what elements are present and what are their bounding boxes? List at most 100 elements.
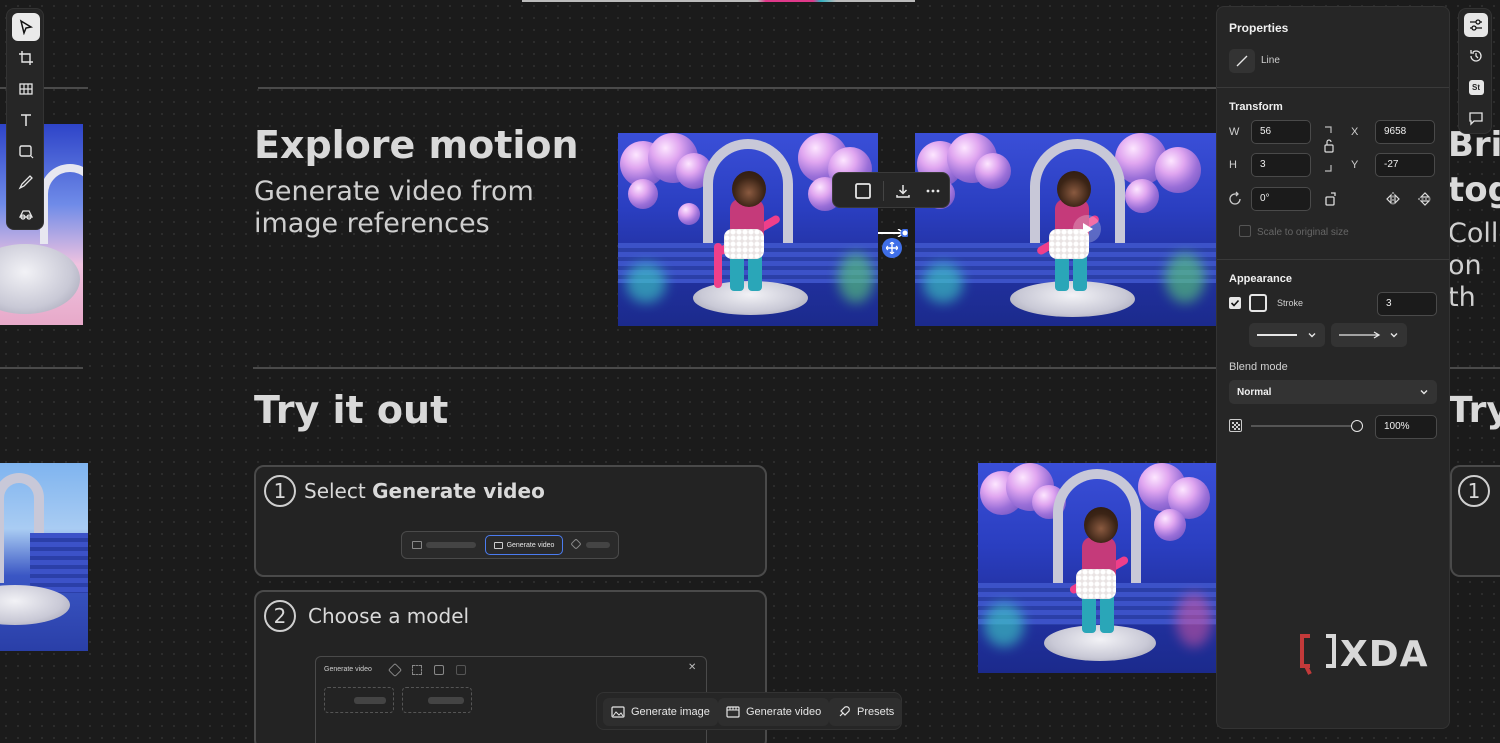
panel-divider [1217,259,1449,260]
close-icon: ✕ [688,662,697,673]
xda-logo-icon [1300,634,1336,675]
rocket-icon [570,538,582,550]
step1-preview-bar: Generate video [401,531,619,559]
partial-heading-line2[interactable]: tog [1448,170,1500,210]
step-card-1[interactable]: 1 Select Generate video Generate video [254,465,767,577]
top-partial-frame [522,0,915,2]
divider-line [1450,367,1500,369]
pen-tool-icon[interactable] [12,168,40,196]
transform-title: Transform [1229,101,1283,113]
x-label: X [1351,126,1359,138]
reference-image[interactable] [618,133,878,326]
section-heading-try-it-out[interactable]: Try it out [254,388,448,432]
rocket-icon [839,706,850,717]
xda-watermark-text: XDA [1340,633,1429,675]
frame-tool-icon[interactable] [12,44,40,72]
generated-video-thumbnail[interactable] [915,133,1216,326]
blend-mode-dropdown[interactable]: Normal [1229,380,1437,404]
step-number: 1 [264,475,296,507]
move-handle-icon[interactable] [882,238,902,258]
chevron-down-icon [1308,333,1316,338]
text-tool-icon[interactable] [12,106,40,134]
divider-line [258,87,1216,89]
opacity-icon [1229,419,1242,437]
more-icon[interactable] [921,179,945,203]
play-icon[interactable] [1073,215,1101,243]
shape-tool-icon[interactable] [12,137,40,165]
partial-step-card[interactable]: 1 [1450,465,1500,577]
presets-button[interactable]: Presets [829,698,903,726]
blend-mode-value: Normal [1237,386,1272,398]
partial-sub-line1[interactable]: Colle [1448,218,1500,250]
chevron-down-icon [1390,333,1398,338]
y-label: Y [1351,159,1359,171]
example-image[interactable] [978,463,1216,673]
width-label: W [1229,126,1240,138]
partial-heading-try[interactable]: Try [1448,390,1500,431]
appearance-title: Appearance [1229,273,1292,285]
generative-tool-icon[interactable] [12,199,40,227]
scale-original-icon [1239,225,1251,237]
floating-toolbar [832,172,950,208]
grid-tool-icon[interactable] [12,75,40,103]
select-tool-icon[interactable] [12,13,40,41]
partial-sub-line2[interactable]: on th [1448,250,1500,314]
object-type-label: Line [1261,55,1280,66]
properties-sliders-icon[interactable] [1464,13,1488,37]
stock-icon[interactable]: St [1464,75,1488,99]
rotate-icon [1227,191,1243,212]
section-subheading-line2[interactable]: image references [254,208,490,240]
line-type-icon [1229,49,1255,73]
preview-panel-title: Generate video [324,666,372,673]
partial-image-bottom-left[interactable] [0,463,88,651]
flip-horizontal-icon[interactable] [1385,191,1401,212]
generate-video-button[interactable]: Generate video [718,698,830,726]
panel-divider [1217,87,1449,88]
selected-arrow-line[interactable] [878,224,910,238]
rotate-90-icon[interactable] [1323,191,1339,212]
chevron-down-icon [1420,390,1428,395]
bottom-generate-toolbar: Generate image Generate video Presets [596,692,903,730]
left-toolbar [6,8,44,230]
divider-line [0,367,83,369]
preview-generate-video-button: Generate video [485,535,563,555]
opacity-slider-thumb[interactable] [1351,420,1363,432]
scale-to-original-button[interactable]: Scale to original size [1257,227,1349,238]
section-subheading-line1[interactable]: Generate video from [254,176,534,208]
step-number: 2 [264,600,296,632]
stroke-label: Stroke [1277,298,1304,308]
square-icon[interactable] [851,179,875,203]
comment-icon[interactable] [1464,106,1488,130]
stroke-width-input[interactable]: 3 [1377,292,1437,316]
right-icon-rail: St [1458,8,1492,134]
height-label: H [1229,159,1237,171]
arrowhead-dropdown[interactable] [1331,323,1407,347]
divider-line [253,367,1216,369]
step-number: 1 [1458,475,1490,507]
stroke-swatch[interactable] [1249,294,1267,312]
video-icon [726,706,740,718]
flip-vertical-icon[interactable] [1417,191,1433,212]
x-input[interactable]: 9658 [1375,120,1435,144]
opacity-input[interactable]: 100% [1375,415,1437,439]
history-icon[interactable] [1464,44,1488,68]
section-heading-explore-motion[interactable]: Explore motion [254,123,579,167]
stroke-style-dropdown[interactable] [1249,323,1325,347]
step-label: Select Generate video [304,479,545,503]
generate-image-button[interactable]: Generate image [603,698,718,726]
download-icon[interactable] [891,179,915,203]
step-label: Choose a model [308,604,470,628]
panel-title: Properties [1229,21,1289,35]
height-input[interactable]: 3 [1251,153,1311,177]
opacity-slider-track[interactable] [1251,425,1363,427]
image-icon [412,541,422,549]
y-input[interactable]: -27 [1375,153,1435,177]
constrain-proportions-icon[interactable] [1321,125,1337,173]
blend-mode-label: Blend mode [1229,361,1288,373]
image-icon [611,706,625,718]
width-input[interactable]: 56 [1251,120,1311,144]
stroke-checkbox[interactable] [1229,297,1241,309]
rotation-input[interactable]: 0° [1251,187,1311,211]
xda-watermark: XDA [1298,632,1429,676]
properties-panel: Properties Line Transform W 56 H 3 X 965… [1216,6,1450,729]
